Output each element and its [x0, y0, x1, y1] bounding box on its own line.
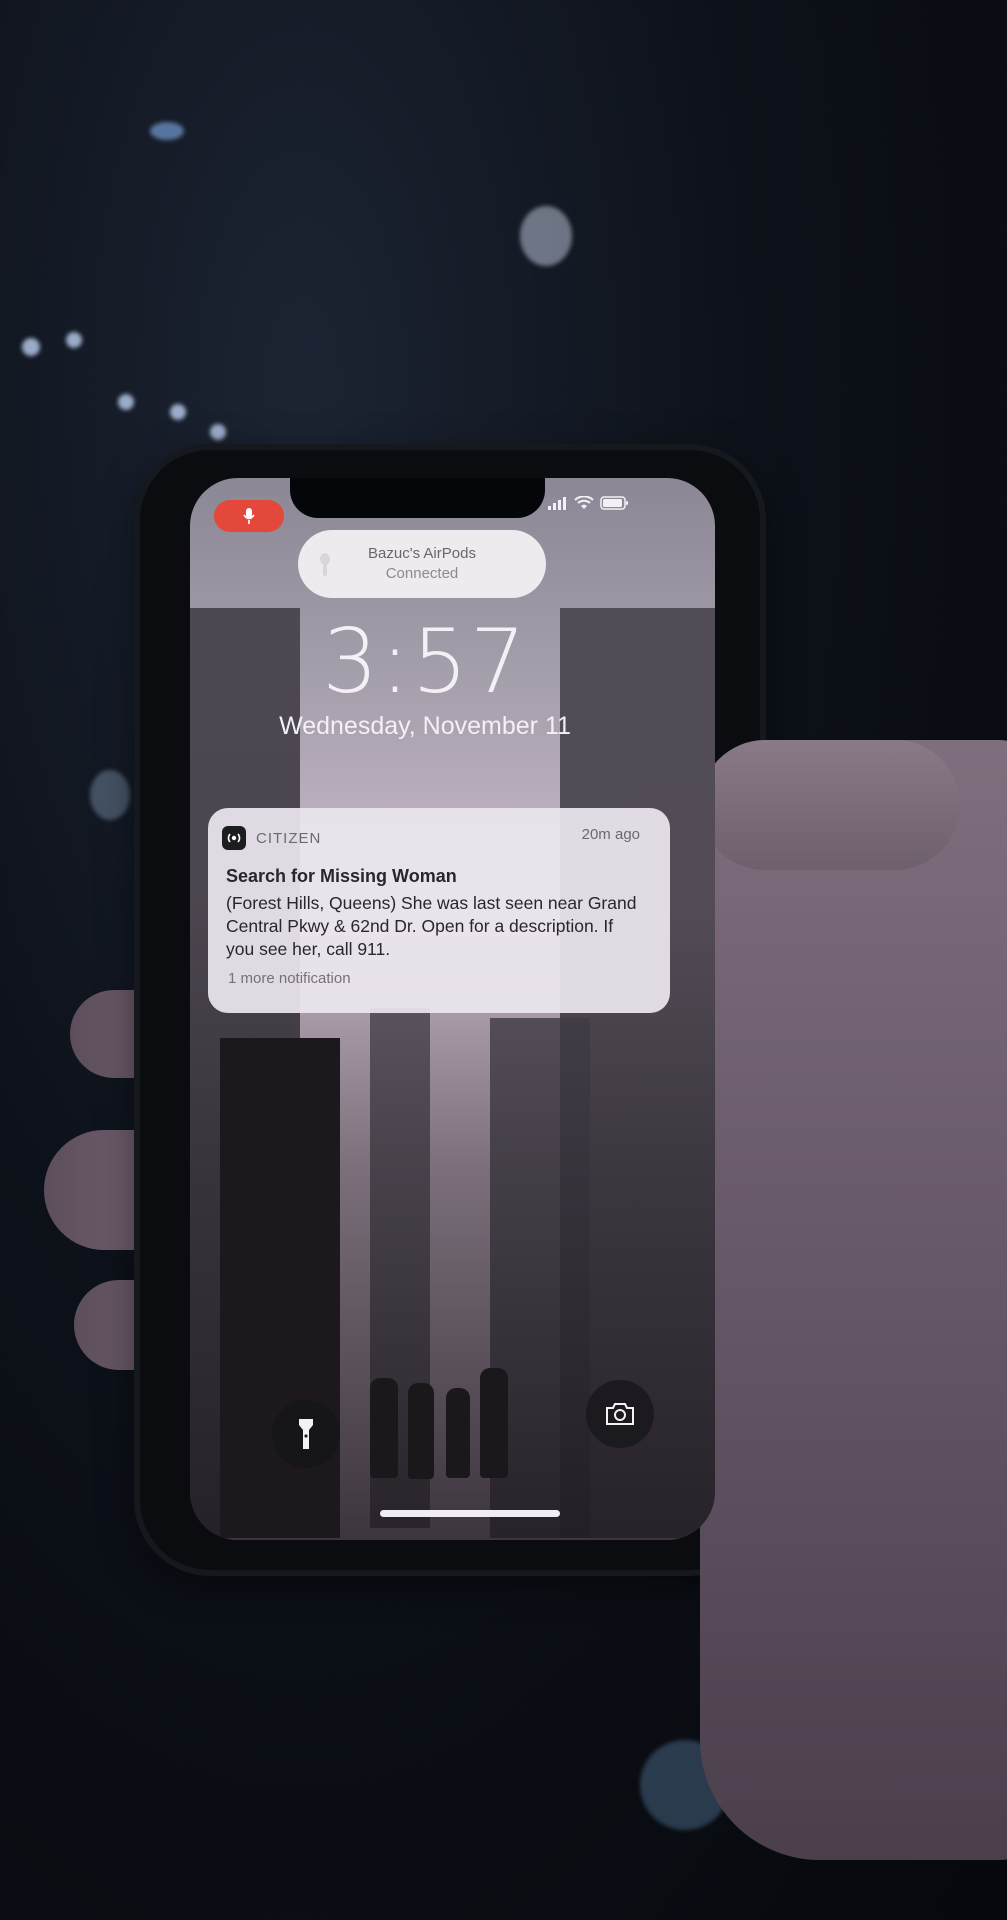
- bokeh-light: [210, 424, 226, 440]
- home-indicator[interactable]: [380, 1510, 560, 1517]
- bokeh-light: [90, 770, 130, 820]
- bokeh-light: [170, 404, 186, 420]
- citizen-app-icon: [222, 826, 246, 850]
- more-notifications-link[interactable]: 1 more notification: [228, 970, 351, 987]
- status-bar-icons: [548, 496, 630, 510]
- lock-screen-date: Wednesday, November 11: [279, 712, 571, 740]
- notification-title: Search for Missing Woman: [226, 866, 457, 886]
- microphone-icon: [243, 508, 255, 524]
- camera-button[interactable]: [586, 1380, 654, 1448]
- notification-timestamp: 20m ago: [581, 826, 640, 843]
- lock-screen-time: 3:57: [322, 610, 528, 713]
- bokeh-light: [118, 394, 134, 410]
- hand: [700, 740, 1007, 1860]
- bokeh-light: [520, 206, 572, 266]
- camera-icon: [606, 1403, 634, 1425]
- phone-notch: [290, 478, 545, 518]
- pedestrian: [480, 1368, 508, 1478]
- pedestrian: [408, 1383, 434, 1479]
- notification-app-header: CITIZEN: [222, 826, 321, 850]
- airpods-device-name: Bazuc's AirPods: [368, 545, 476, 562]
- notification-card[interactable]: CITIZEN 20m ago Search for Missing Woman…: [208, 808, 670, 1013]
- flashlight-button[interactable]: [272, 1400, 340, 1468]
- battery-icon: [600, 496, 628, 510]
- cellular-signal-icon: [548, 497, 566, 510]
- pedestrian: [370, 1378, 398, 1478]
- pedestrian: [446, 1388, 470, 1478]
- flashlight-icon: [299, 1419, 313, 1449]
- bokeh-light: [66, 332, 82, 348]
- bokeh-light: [150, 122, 184, 140]
- airpods-connected-banner[interactable]: Bazuc's AirPods Connected: [298, 530, 546, 598]
- bokeh-light: [22, 338, 40, 356]
- notification-app-name: CITIZEN: [256, 829, 322, 847]
- microphone-indicator: [214, 500, 284, 532]
- airpods-icon: [320, 553, 330, 576]
- wifi-icon: [574, 496, 594, 509]
- thumb: [700, 740, 960, 870]
- notification-body: (Forest Hills, Queens) She was last seen…: [226, 893, 637, 959]
- airpods-status: Connected: [385, 565, 459, 582]
